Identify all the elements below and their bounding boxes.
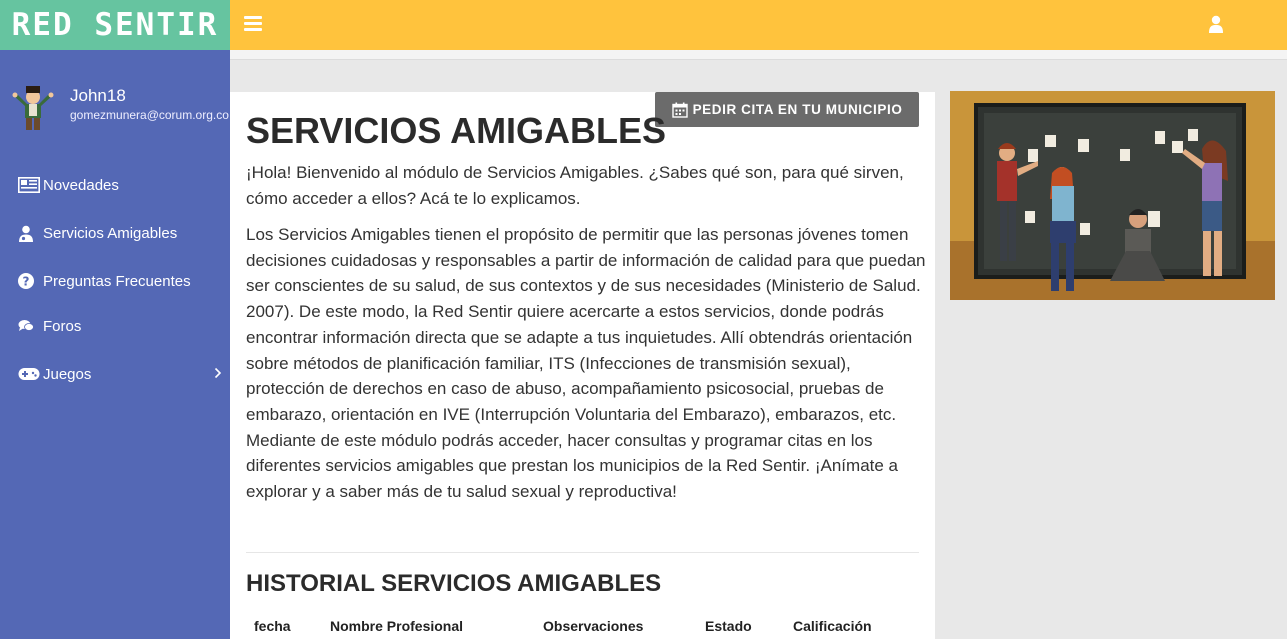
sidebar: John18 gomezmunera@corum.org.co Novedade… — [0, 50, 230, 639]
table-header-estado: Estado — [705, 618, 752, 634]
sidebar-item-foros[interactable]: Foros — [18, 313, 230, 339]
username: John18 — [70, 86, 126, 105]
sidebar-item-preguntas-frecuentes[interactable]: ? Preguntas Frecuentes — [18, 268, 230, 294]
topbar-shadow — [230, 50, 1287, 60]
table-header-fecha: fecha — [254, 618, 291, 634]
sidebar-item-label: Juegos — [43, 365, 92, 383]
sidebar-item-juegos[interactable]: Juegos — [18, 361, 230, 387]
sidebar-item-label: Foros — [43, 317, 82, 335]
sidebar-item-label: Servicios Amigables — [43, 224, 178, 242]
top-bar — [230, 0, 1287, 50]
history-title: HISTORIAL SERVICIOS AMIGABLES — [246, 570, 662, 597]
sidebar-item-novedades[interactable]: Novedades — [18, 172, 230, 198]
svg-text:?: ? — [23, 274, 30, 288]
divider — [246, 552, 919, 553]
sidebar-item-label: Novedades — [43, 176, 119, 194]
hamburger-icon[interactable] — [244, 16, 262, 32]
table-header-nombre-profesional: Nombre Profesional — [330, 618, 464, 634]
user-icon[interactable] — [1209, 15, 1223, 33]
user-md-icon — [18, 224, 43, 242]
sidebar-item-label: Preguntas Frecuentes — [43, 272, 191, 290]
table-header-observaciones: Observaciones — [543, 618, 644, 634]
newspaper-icon — [18, 176, 43, 194]
sidebar-item-servicios-amigables[interactable]: Servicios Amigables — [18, 220, 230, 246]
calendar-icon — [671, 102, 688, 118]
chevron-right-icon — [214, 367, 222, 379]
user-email: gomezmunera@corum.org.co — [70, 108, 229, 122]
table-header-calificacion: Calificación — [793, 618, 872, 634]
young-people-board-illustration — [950, 91, 1275, 300]
avatar — [12, 86, 54, 130]
comments-icon — [18, 317, 43, 335]
gamepad-icon — [18, 365, 43, 383]
user-profile: John18 gomezmunera@corum.org.co — [10, 84, 230, 134]
pedir-cita-label: PEDIR CITA EN TU MUNICIPIO — [692, 102, 903, 117]
page-title: SERVICIOS AMIGABLES — [246, 110, 667, 151]
intro-paragraph: ¡Hola! Bienvenido al módulo de Servicios… — [246, 163, 904, 208]
brand-logo[interactable]: RED SENTIR — [0, 0, 230, 50]
pedir-cita-button[interactable]: PEDIR CITA EN TU MUNICIPIO — [655, 92, 919, 127]
question-circle-icon: ? — [18, 272, 43, 290]
description-paragraph: Los Servicios Amigables tienen el propós… — [246, 225, 926, 502]
